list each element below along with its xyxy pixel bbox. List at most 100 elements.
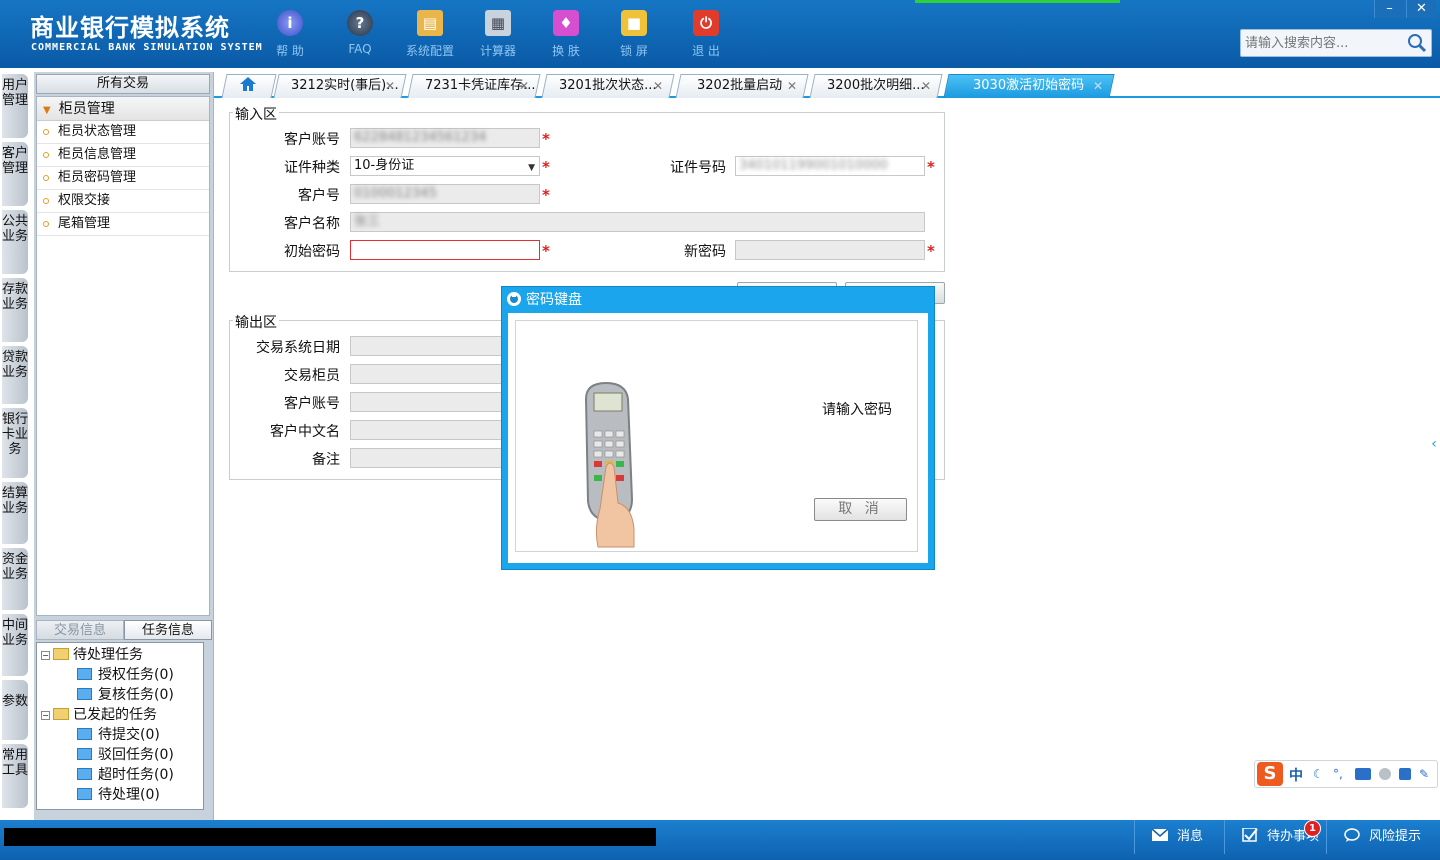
home-icon [240,77,256,91]
menu-item-cashbox[interactable]: 尾箱管理 [37,213,209,236]
side-tab-customer[interactable]: 客户管理 [2,142,28,206]
info-tabs: 交易信息 任务信息 [36,620,212,640]
side-tab-deposit[interactable]: 存款业务 [2,278,28,342]
side-tab-fund[interactable]: 资金业务 [2,548,28,610]
tab-3201[interactable]: 3201批次状态... ✕ [541,74,675,98]
messages-button[interactable]: 消息 [1134,820,1224,854]
tree-node-timeout[interactable]: 超时任务(0) [37,765,203,785]
menu-item-handover[interactable]: 权限交接 [37,190,209,213]
menu-item-teller-password[interactable]: 柜员密码管理 [37,167,209,190]
shirt-icon[interactable] [1399,768,1411,780]
minimize-button[interactable]: – [1374,0,1404,18]
tree-node-pending[interactable]: − 待处理任务 [37,645,203,665]
close-window-button[interactable]: ✕ [1406,0,1436,18]
folder-icon [77,728,92,740]
id-type-select[interactable]: 10-身份证 ▼ [350,156,540,176]
config-button[interactable]: ▤ 系统配置 [400,8,460,62]
lock-icon: ■ [621,10,647,36]
menu-group-teller[interactable]: ▼ 柜员管理 [37,97,209,121]
skin-button[interactable]: ♦ 换 肤 [536,8,596,62]
tree-node-authorize[interactable]: 授权任务(0) [37,665,203,685]
ime-mode-toggle[interactable]: 中 [1289,765,1303,785]
tab-3200[interactable]: 3200批次明细... ✕ [809,74,943,98]
tree-node-to-process[interactable]: 待处理(0) [37,785,203,805]
password-keypad-dialog: 密码键盘 请输入密码 取 消 [501,286,935,570]
progress-strip [915,0,1120,3]
tab-3202[interactable]: 3202批量启动 ✕ [675,74,809,98]
tree-node-review[interactable]: 复核任务(0) [37,685,203,705]
all-transactions-header[interactable]: 所有交易 [36,74,210,94]
help-button[interactable]: i 帮 助 [260,8,320,62]
bullet-icon [43,151,49,158]
tree-node-to-submit[interactable]: 待提交(0) [37,725,203,745]
account-field[interactable]: 6228481234561234 [350,128,540,148]
close-icon[interactable]: ✕ [921,75,931,97]
cancel-button[interactable]: 取 消 [814,498,907,521]
menu-item-teller-info[interactable]: 柜员信息管理 [37,144,209,167]
envelope-icon [1151,828,1169,841]
toolbox-icon: ▤ [417,10,443,36]
chevron-left-icon[interactable]: ‹ [1428,420,1440,468]
faq-button[interactable]: ? FAQ [330,8,390,62]
side-tab-loan[interactable]: 贷款业务 [2,346,28,404]
search-icon[interactable] [1407,33,1427,53]
output-area-legend: 输出区 [233,312,279,332]
close-icon[interactable]: ✕ [787,75,797,97]
tree-node-initiated[interactable]: − 已发起的任务 [37,705,203,725]
calculator-icon: ▦ [485,10,511,36]
close-icon[interactable]: ✕ [519,75,529,97]
id-number-field[interactable]: 340101199001010000 [735,156,925,176]
customer-name-field[interactable]: 张三 [350,212,925,232]
menu-item-teller-status[interactable]: 柜员状态管理 [37,121,209,144]
side-tab-tools[interactable]: 常用工具 [2,744,28,808]
customer-no-field[interactable]: 0100012345 [350,184,540,204]
power-icon: ⏻ [693,10,719,36]
lock-screen-button[interactable]: ■ 锁 屏 [604,8,664,62]
keyboard-icon[interactable] [1355,768,1371,780]
side-tab-settle[interactable]: 结算业务 [2,482,28,544]
output-field-teller [350,364,510,384]
wrench-icon[interactable]: ✎ [1419,768,1431,780]
tab-home[interactable] [221,74,277,98]
customer-no-label: 客户号 [298,188,340,204]
id-type-label: 证件种类 [284,160,340,176]
bullet-icon [43,174,49,181]
close-icon[interactable]: ✕ [385,75,395,97]
initial-password-field[interactable] [350,240,540,260]
output-label-date: 交易系统日期 [256,340,340,356]
search-input[interactable] [1241,30,1401,56]
folder-icon [77,748,92,760]
risk-alert-button[interactable]: 风险提示 [1326,820,1440,854]
punctuation-icon[interactable]: °, [1333,768,1345,780]
side-tab-card[interactable]: 银行卡业务 [2,408,28,478]
side-tab-middle[interactable]: 中间业务 [2,614,28,676]
moon-icon[interactable]: ☾ [1313,768,1325,780]
exit-button[interactable]: ⏻ 退 出 [676,8,736,62]
checkbox-icon [1242,828,1258,842]
side-tab-param[interactable]: 参数 [2,680,28,740]
todo-count-badge: 1 [1304,820,1321,837]
side-tab-user[interactable]: 用户管理 [2,74,28,138]
close-icon[interactable]: ✕ [653,75,663,97]
tab-3030[interactable]: 3030激活初始密码 ✕ [943,74,1115,98]
folder-icon [77,668,92,680]
close-icon[interactable]: ✕ [1093,75,1103,97]
tab-3212[interactable]: 3212实时(事后)... ✕ [273,74,407,98]
tree-node-rejected[interactable]: 驳回任务(0) [37,745,203,765]
transaction-menu: ▼ 柜员管理 柜员状态管理 柜员信息管理 柜员密码管理 权限交接 尾箱管理 [36,96,210,616]
tab-task-info[interactable]: 任务信息 [124,620,212,640]
tab-7231[interactable]: 7231卡凭证库存... ✕ [407,74,541,98]
user-icon[interactable] [1379,768,1391,780]
side-tab-public[interactable]: 公共业务 [2,210,28,274]
calculator-button[interactable]: ▦ 计算器 [468,8,528,62]
collapse-icon[interactable]: − [41,651,50,660]
required-mark: * [542,158,550,176]
tab-transaction-info[interactable]: 交易信息 [36,620,124,640]
required-mark: * [542,242,550,260]
bullet-icon [43,197,49,204]
left-panel: 所有交易 ▼ 柜员管理 柜员状态管理 柜员信息管理 柜员密码管理 权限交接 尾箱管… [34,72,214,820]
new-password-field[interactable] [735,240,925,260]
collapse-icon[interactable]: − [41,711,50,720]
id-number-label: 证件号码 [670,160,726,176]
sogou-logo-icon[interactable]: S [1257,762,1283,786]
